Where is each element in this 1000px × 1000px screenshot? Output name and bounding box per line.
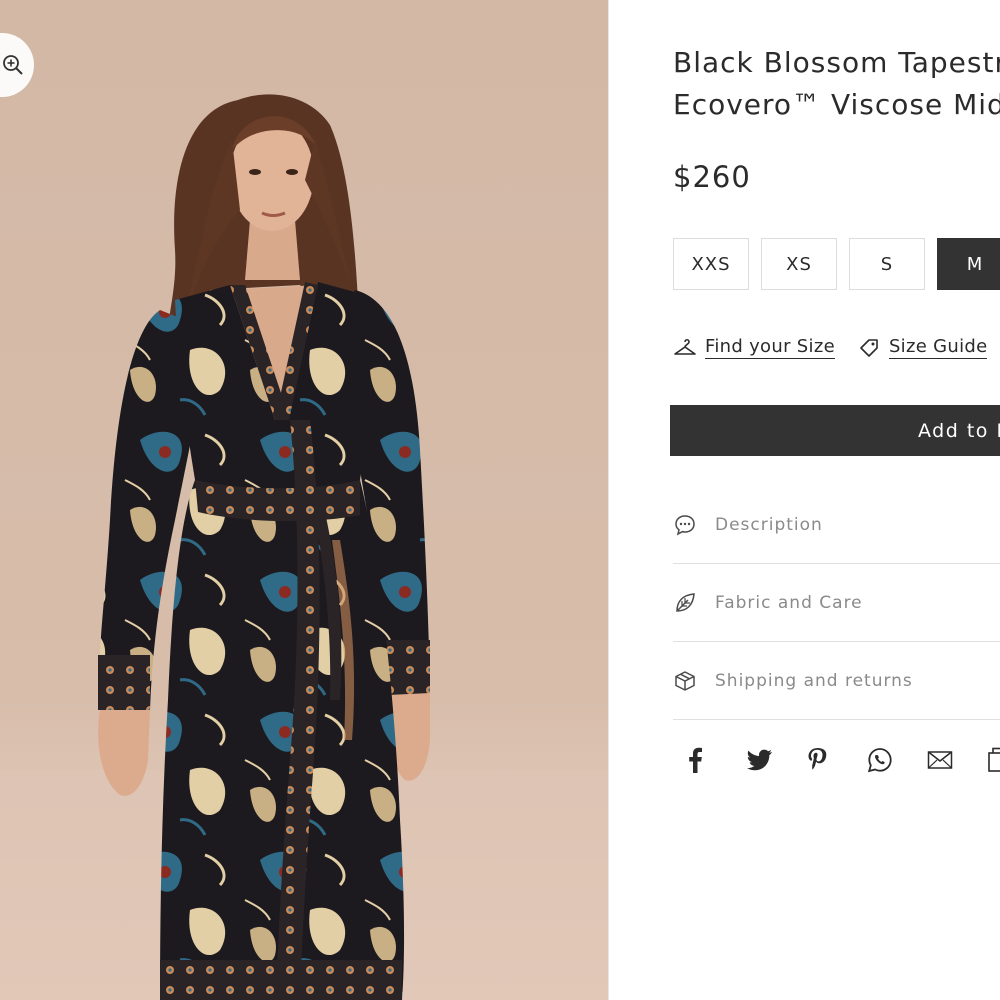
product-title-line1: Black Blossom Tapestry bbox=[673, 46, 1000, 79]
twitter-icon[interactable] bbox=[733, 742, 793, 778]
add-to-bag-button[interactable]: Add to Bag bbox=[670, 405, 1000, 456]
accordion-shipping-returns-label: Shipping and returns bbox=[715, 670, 913, 691]
zoom-in-icon bbox=[3, 55, 23, 75]
accordion-fabric-care-label: Fabric and Care bbox=[715, 592, 863, 613]
product-price: $260 bbox=[673, 160, 751, 194]
chat-bubble-icon bbox=[673, 513, 701, 537]
leaf-icon bbox=[673, 591, 701, 615]
accordion-description-label: Description bbox=[715, 514, 823, 535]
pinterest-icon[interactable] bbox=[793, 742, 853, 778]
accordion-shipping-returns[interactable]: Shipping and returns bbox=[673, 642, 1000, 720]
size-selector: XXS XS S M bbox=[673, 238, 1000, 290]
find-your-size-link[interactable]: Find your Size bbox=[673, 336, 835, 359]
whatsapp-icon[interactable] bbox=[853, 742, 913, 778]
product-title-line2: Ecovero™ Viscose Midi Dress bbox=[673, 88, 1000, 121]
product-title: Black Blossom Tapestry Ecovero™ Viscose … bbox=[673, 42, 1000, 126]
facebook-icon[interactable] bbox=[673, 742, 733, 778]
product-page: Black Blossom Tapestry Ecovero™ Viscose … bbox=[0, 0, 1000, 1000]
box-icon bbox=[673, 669, 701, 693]
share-bar bbox=[673, 742, 1000, 778]
hanger-icon bbox=[674, 338, 696, 355]
product-image[interactable] bbox=[0, 0, 608, 1000]
size-help-links: Find your Size Size Guide bbox=[673, 336, 1000, 359]
copy-link-icon[interactable] bbox=[973, 742, 1000, 778]
size-option-xs[interactable]: XS bbox=[761, 238, 837, 290]
accordion-description[interactable]: Description bbox=[673, 486, 1000, 564]
size-option-s[interactable]: S bbox=[849, 238, 925, 290]
email-icon[interactable] bbox=[913, 742, 973, 778]
product-details-accordion: Description Fabric and Care Shipping and… bbox=[673, 486, 1000, 720]
size-guide-label: Size Guide bbox=[888, 336, 988, 359]
product-info-panel: Black Blossom Tapestry Ecovero™ Viscose … bbox=[608, 0, 1000, 1000]
find-your-size-label: Find your Size bbox=[705, 336, 835, 359]
model-illustration bbox=[0, 94, 608, 1000]
size-option-xxs[interactable]: XXS bbox=[673, 238, 749, 290]
accordion-fabric-care[interactable]: Fabric and Care bbox=[673, 564, 1000, 642]
size-guide-link[interactable]: Size Guide bbox=[857, 336, 988, 359]
tag-icon bbox=[860, 338, 878, 357]
size-option-m[interactable]: M bbox=[937, 238, 1000, 290]
